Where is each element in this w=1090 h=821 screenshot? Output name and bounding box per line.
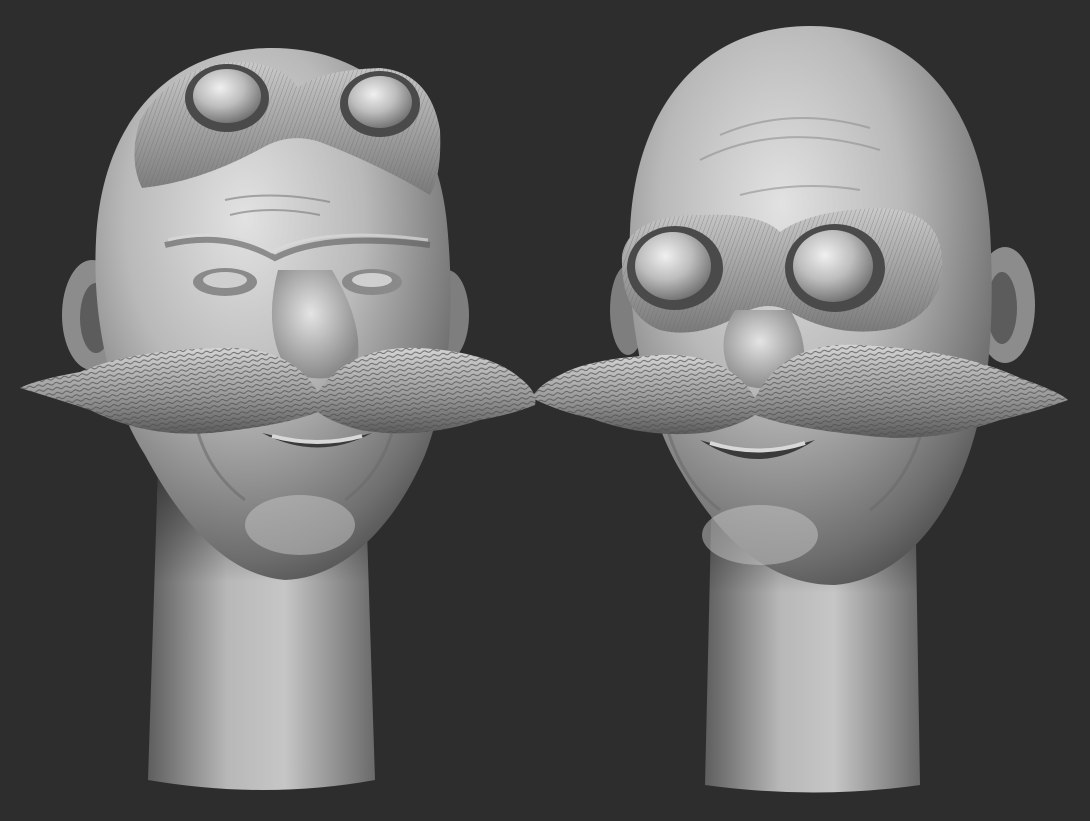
goggle-lens-left	[635, 232, 711, 300]
head-goggles-on-eyes	[532, 26, 1068, 793]
goggle-lens-left	[193, 69, 261, 123]
head-goggles-raised	[20, 48, 536, 790]
goggle-lens-right	[793, 230, 873, 302]
sculpt-render	[20, 26, 1068, 793]
goggle-lens-right	[348, 76, 412, 128]
render-viewport	[0, 0, 1090, 821]
